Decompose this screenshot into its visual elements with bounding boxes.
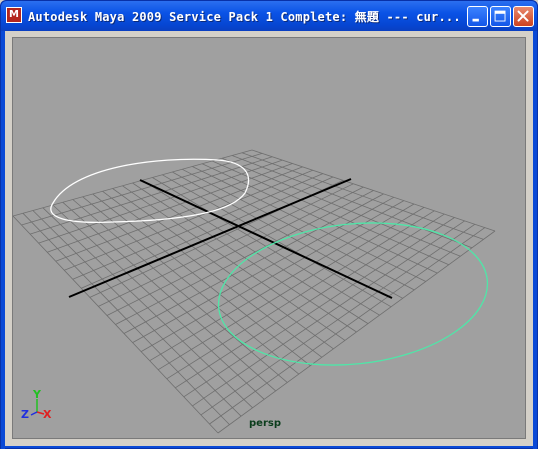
window-title: Autodesk Maya 2009 Service Pack 1 Comple… <box>28 10 458 24</box>
grid-line-u <box>162 174 392 308</box>
grid-line-v <box>200 223 476 416</box>
maximize-button[interactable] <box>490 6 511 27</box>
grid-line-u <box>231 155 473 249</box>
grid-line-u <box>251 149 496 232</box>
axis-line-2 <box>68 178 352 298</box>
close-icon <box>517 10 529 22</box>
maya-window: M Autodesk Maya 2009 Service Pack 1 Comp… <box>0 0 538 449</box>
grid-line-v <box>175 213 445 389</box>
camera-name-label: persp <box>249 418 281 429</box>
grid-line-u <box>241 152 484 240</box>
grid-line-v <box>217 230 496 434</box>
close-button[interactable] <box>513 6 534 27</box>
maximize-icon <box>494 10 506 22</box>
minimize-button[interactable] <box>467 6 488 27</box>
window-frame-right <box>533 31 537 449</box>
axis-gizmo-z-label: Z <box>21 408 29 421</box>
grid-line-v <box>192 220 465 407</box>
client-area: Y Z X persp <box>5 31 533 446</box>
minimize-icon <box>472 18 479 22</box>
title-bar[interactable]: M Autodesk Maya 2009 Service Pack 1 Comp… <box>1 1 537 31</box>
grid-line-v <box>166 210 435 380</box>
maya-app-icon[interactable]: M <box>6 7 22 23</box>
axis-gizmo-x-label: X <box>43 408 52 421</box>
viewport-scene[interactable]: Y Z X <box>13 38 525 438</box>
perspective-viewport[interactable]: Y Z X persp <box>12 37 526 439</box>
nurbs-circle-selected[interactable] <box>211 210 494 377</box>
ground-grid <box>13 149 496 434</box>
axis-gizmo-z <box>30 411 38 416</box>
nurbs-circle-white[interactable] <box>50 158 250 224</box>
axis-gizmo-y-label: Y <box>32 388 42 401</box>
axis-gizmo: Y Z X <box>21 388 52 421</box>
